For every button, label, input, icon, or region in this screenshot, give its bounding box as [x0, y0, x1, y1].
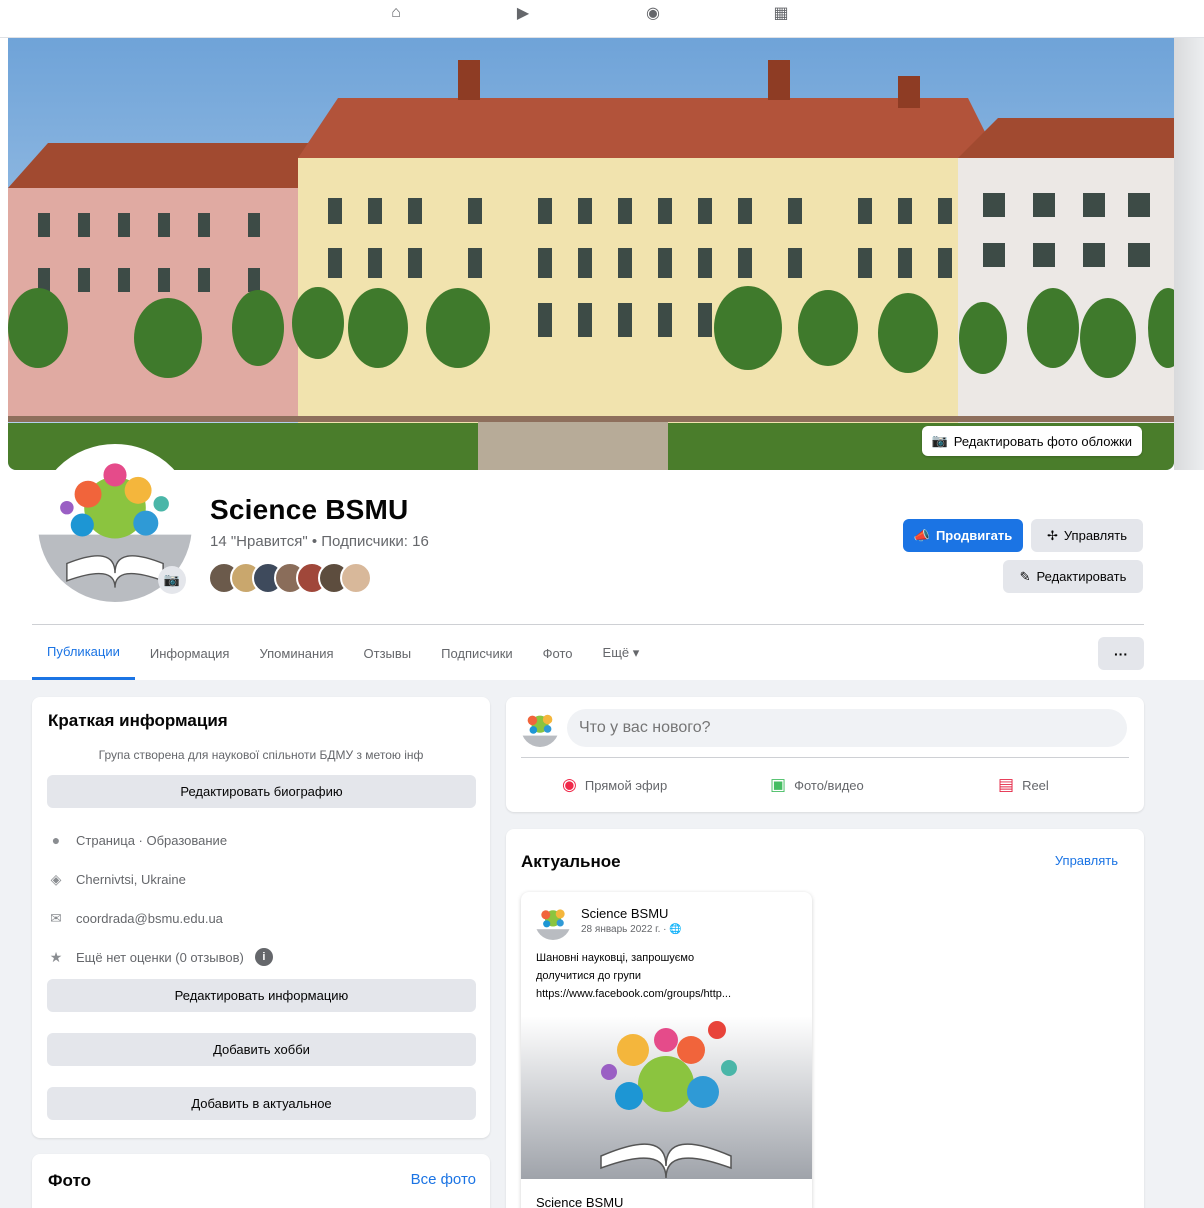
- envelope-icon: ✉: [50, 909, 62, 926]
- live-video-icon: ◉: [562, 775, 577, 794]
- manage-button[interactable]: ✢ Управлять: [1031, 519, 1143, 552]
- edit-page-button[interactable]: ✎ Редактировать: [1003, 560, 1143, 593]
- cover-photo[interactable]: 📷 Редактировать фото обложки: [8, 38, 1174, 470]
- info-email: ✉ coordrada@bsmu.edu.ua: [47, 909, 223, 927]
- page-type-text[interactable]: Страница · Образование: [76, 833, 227, 848]
- star-icon: ★: [49, 948, 63, 965]
- location-pin-icon: ◈: [50, 870, 62, 887]
- pencil-icon: ✎: [1019, 568, 1031, 584]
- whats-new-input[interactable]: [567, 709, 1127, 747]
- photo-video-label: Фото/видео: [794, 777, 864, 793]
- tab-about[interactable]: Информация: [135, 626, 245, 680]
- post-author-avatar[interactable]: [535, 904, 571, 940]
- featured-card: Актуальное Управлять Science BSMU 28 янв…: [506, 829, 1144, 1208]
- gaming-icon[interactable]: ▦: [768, 2, 794, 24]
- rating-text: Ещё нет оценки (0 отзывов): [76, 949, 244, 965]
- post-composer: ◉ Прямой эфир ▣ Фото/видео ▤ Reel: [506, 697, 1144, 812]
- edit-info-button[interactable]: Редактировать информацию: [47, 979, 476, 1012]
- intro-title: Краткая информация: [48, 711, 228, 730]
- info-location: ◈ Chernivtsi, Ukraine: [47, 870, 186, 888]
- reel-label: Reel: [1022, 777, 1049, 793]
- photo-video-button[interactable]: ▣ Фото/видео: [770, 772, 864, 798]
- post-image[interactable]: [521, 1016, 812, 1179]
- post-body-line: долучитися до групи: [536, 970, 641, 982]
- tab-followers[interactable]: Подписчики: [426, 626, 528, 680]
- edit-cover-photo-button[interactable]: 📷 Редактировать фото обложки: [921, 426, 1142, 456]
- camera-icon: 📷: [931, 433, 948, 448]
- edit-cover-photo-label: Редактировать фото обложки: [953, 433, 1132, 449]
- reel-button[interactable]: ▤ Reel: [998, 772, 1049, 798]
- reel-icon: ▤: [998, 775, 1015, 794]
- liker-avatars[interactable]: [208, 562, 372, 594]
- promote-label: Продвигать: [935, 528, 1013, 543]
- megaphone-icon: 📣: [913, 527, 930, 543]
- post-author[interactable]: Science BSMU: [581, 906, 668, 921]
- info-page-type: ● Страница · Образование: [47, 831, 227, 849]
- cover-building-image: [8, 38, 1174, 470]
- page-stats[interactable]: 14 "Нравится" • Подписчики: 16: [210, 533, 429, 550]
- avatar-camera-icon[interactable]: 📷: [158, 566, 186, 594]
- photos-title: Фото: [48, 1171, 91, 1190]
- page-title: Science BSMU: [210, 494, 409, 525]
- post-footer-title: Science BSMU: [536, 1195, 624, 1208]
- tabs-divider: [32, 624, 1144, 625]
- post-body: Шановні науковці, запрошуємо долучитися …: [536, 949, 801, 1003]
- post-date[interactable]: 28 январь 2022 г. · 🌐: [581, 924, 682, 935]
- tab-mentions[interactable]: Упоминания: [244, 626, 348, 680]
- tab-more[interactable]: Ещё ▾: [588, 626, 655, 680]
- live-video-button[interactable]: ◉ Прямой эфир: [562, 772, 667, 798]
- featured-title: Актуальное: [521, 852, 621, 871]
- edit-label: Редактировать: [1036, 569, 1127, 584]
- featured-manage-link[interactable]: Управлять: [1055, 853, 1118, 868]
- add-hobby-button[interactable]: Добавить хобби: [47, 1033, 476, 1066]
- composer-divider: [521, 757, 1129, 758]
- globe-icon: 🌐: [669, 924, 682, 935]
- tools-icon: ✢: [1046, 527, 1058, 543]
- liker-avatar[interactable]: [340, 562, 372, 594]
- edit-bio-button[interactable]: Редактировать биографию: [47, 775, 476, 808]
- info-icon[interactable]: i: [254, 948, 273, 966]
- photo-icon: ▣: [770, 775, 787, 794]
- science-logo-image: [600, 1021, 737, 1179]
- tab-photos[interactable]: Фото: [528, 626, 588, 680]
- more-options-button[interactable]: ···: [1098, 637, 1144, 670]
- post-body-line: Шановні науковці, запрошуємо: [536, 952, 695, 964]
- groups-icon[interactable]: ◉: [640, 2, 666, 24]
- video-icon[interactable]: ▶: [510, 2, 536, 24]
- featured-post[interactable]: Science BSMU 28 январь 2022 г. · 🌐 Шанов…: [521, 892, 812, 1208]
- info-circle-icon: ●: [51, 832, 61, 848]
- manage-label: Управлять: [1063, 528, 1128, 543]
- location-text[interactable]: Chernivtsi, Ukraine: [76, 872, 186, 887]
- add-featured-button[interactable]: Добавить в актуальное: [47, 1087, 476, 1120]
- promote-button[interactable]: 📣 Продвигать: [903, 519, 1023, 552]
- post-date-text: 28 январь 2022 г. ·: [581, 924, 670, 935]
- intro-description: Група створена для наукової спільноти БД…: [98, 748, 424, 762]
- profile-tabs: Публикации Информация Упоминания Отзывы …: [32, 626, 654, 680]
- top-navigation: ⌂ ▶ ◉ ▦: [0, 0, 1204, 38]
- composer-avatar[interactable]: [521, 709, 559, 747]
- photos-card: Фото Все фото: [32, 1154, 490, 1208]
- post-link[interactable]: https://www.facebook.com/groups/http...: [536, 985, 801, 1003]
- tab-reviews[interactable]: Отзывы: [349, 626, 427, 680]
- home-icon[interactable]: ⌂: [383, 2, 409, 24]
- email-text[interactable]: coordrada@bsmu.edu.ua: [76, 911, 223, 926]
- info-rating: ★ Ещё нет оценки (0 отзывов) i: [47, 948, 273, 966]
- all-photos-link[interactable]: Все фото: [411, 1171, 476, 1188]
- window-edge: [1174, 38, 1204, 470]
- tab-posts[interactable]: Публикации: [32, 626, 135, 680]
- intro-card: Краткая информация Група створена для на…: [32, 697, 490, 1138]
- live-video-label: Прямой эфир: [584, 777, 668, 793]
